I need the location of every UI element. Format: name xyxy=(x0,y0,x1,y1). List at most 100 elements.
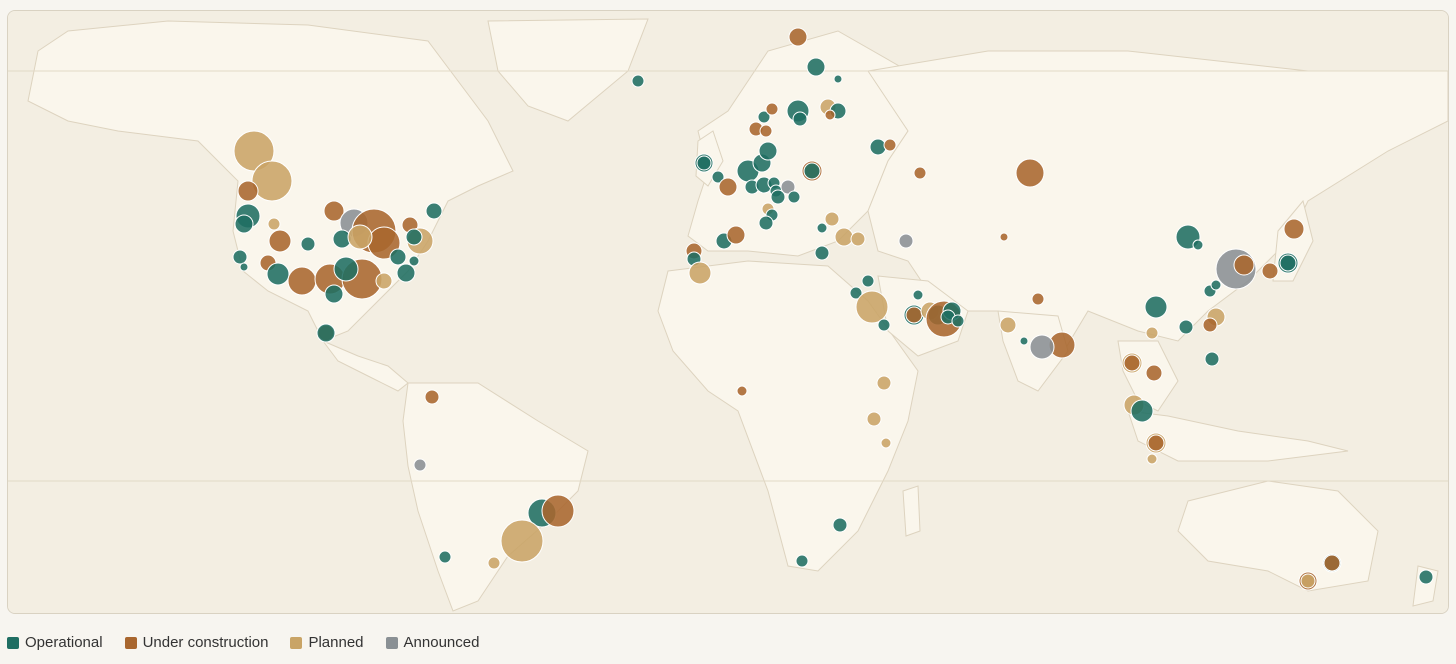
facility-bubble-planned[interactable] xyxy=(267,217,281,231)
facility-bubble-planned[interactable] xyxy=(876,375,892,391)
legend-label-operational: Operational xyxy=(25,634,103,651)
facility-bubble-planned[interactable] xyxy=(1146,453,1158,465)
facility-bubble-planned[interactable] xyxy=(347,224,373,250)
facility-bubble-operational[interactable] xyxy=(316,323,336,343)
facility-bubble-planned[interactable] xyxy=(855,290,889,324)
legend-label-announced: Announced xyxy=(403,634,480,651)
facility-bubble-under-construction[interactable] xyxy=(1015,158,1045,188)
facility-bubble-operational[interactable] xyxy=(1204,351,1220,367)
facility-bubble-planned[interactable] xyxy=(999,316,1017,334)
facility-bubble-under-construction[interactable] xyxy=(883,138,897,152)
facility-bubble-under-construction[interactable] xyxy=(1233,254,1255,276)
facility-bubble-operational[interactable] xyxy=(1192,239,1204,251)
facility-bubble-under-construction[interactable] xyxy=(1031,292,1045,306)
facility-bubble-operational[interactable] xyxy=(300,236,316,252)
facility-bubble-operational[interactable] xyxy=(232,249,248,265)
facility-bubble-under-construction[interactable] xyxy=(788,27,808,47)
facility-bubble-under-construction[interactable] xyxy=(268,229,292,253)
facility-bubble-operational[interactable] xyxy=(1279,254,1297,272)
facility-bubble-under-construction[interactable] xyxy=(999,232,1009,242)
facility-bubble-under-construction[interactable] xyxy=(913,166,927,180)
legend-item-under-construction[interactable]: Under construction xyxy=(124,634,268,651)
facility-bubble-under-construction[interactable] xyxy=(718,177,738,197)
facility-bubble-under-construction[interactable] xyxy=(541,494,575,528)
facility-bubble-operational[interactable] xyxy=(770,189,786,205)
facility-bubble-operational[interactable] xyxy=(806,57,826,77)
facility-bubble-announced[interactable] xyxy=(898,233,914,249)
facility-bubble-operational[interactable] xyxy=(758,215,774,231)
facility-bubble-operational[interactable] xyxy=(869,138,887,156)
facility-bubble-under-construction[interactable] xyxy=(287,266,317,296)
facility-bubble-operational[interactable] xyxy=(396,263,416,283)
facility-bubble-planned[interactable] xyxy=(866,411,882,427)
facility-bubble-planned[interactable] xyxy=(880,437,892,449)
facility-bubble-operational[interactable] xyxy=(324,284,344,304)
facility-bubble-operational[interactable] xyxy=(405,228,423,246)
facility-bubble-planned[interactable] xyxy=(824,211,840,227)
facility-bubble-under-construction[interactable] xyxy=(1202,317,1218,333)
facility-bubble-under-construction[interactable] xyxy=(237,180,259,202)
facility-bubble-operational[interactable] xyxy=(1019,336,1029,346)
facility-bubble-operational[interactable] xyxy=(266,262,290,286)
facility-bubble-under-construction[interactable] xyxy=(905,306,923,324)
facility-bubble-under-construction[interactable] xyxy=(1323,554,1341,572)
map-canvas[interactable] xyxy=(8,11,1448,613)
facility-bubble-operational[interactable] xyxy=(951,314,965,328)
facility-bubble-operational[interactable] xyxy=(1178,319,1194,335)
facility-bubble-operational[interactable] xyxy=(1418,569,1434,585)
facility-bubble-operational[interactable] xyxy=(239,262,249,272)
facility-bubble-under-construction[interactable] xyxy=(765,102,779,116)
facility-bubble-operational[interactable] xyxy=(696,155,712,171)
legend-item-planned[interactable]: Planned xyxy=(290,634,364,651)
facility-bubble-planned[interactable] xyxy=(1145,326,1159,340)
facility-bubble-operational[interactable] xyxy=(389,248,407,266)
facility-bubble-under-construction[interactable] xyxy=(1123,354,1141,372)
facility-bubble-operational[interactable] xyxy=(787,190,801,204)
facility-bubble-operational[interactable] xyxy=(816,222,828,234)
facility-bubble-operational[interactable] xyxy=(631,74,645,88)
facility-bubble-under-construction[interactable] xyxy=(1147,434,1165,452)
under-construction-swatch xyxy=(124,636,137,649)
facility-bubble-operational[interactable] xyxy=(792,111,808,127)
facility-bubble-operational[interactable] xyxy=(1210,279,1222,291)
facility-bubble-operational[interactable] xyxy=(832,517,848,533)
facility-bubble-planned[interactable] xyxy=(375,272,393,290)
facility-bubble-announced[interactable] xyxy=(413,458,427,472)
facility-bubble-under-construction[interactable] xyxy=(824,109,836,121)
facility-bubble-operational[interactable] xyxy=(877,318,891,332)
facility-bubble-planned[interactable] xyxy=(251,160,293,202)
facility-bubble-planned[interactable] xyxy=(688,261,712,285)
facility-bubble-operational[interactable] xyxy=(912,289,924,301)
facility-bubble-operational[interactable] xyxy=(234,214,254,234)
facility-bubble-operational[interactable] xyxy=(795,554,809,568)
facility-bubble-under-construction[interactable] xyxy=(1145,364,1163,382)
facility-bubble-under-construction[interactable] xyxy=(424,389,440,405)
facility-bubble-planned[interactable] xyxy=(1300,573,1316,589)
facility-bubble-operational[interactable] xyxy=(408,255,420,267)
facility-bubble-announced[interactable] xyxy=(1029,334,1055,360)
facility-bubble-planned[interactable] xyxy=(834,227,854,247)
facility-bubble-operational[interactable] xyxy=(803,162,821,180)
facility-bubble-operational[interactable] xyxy=(814,245,830,261)
planned-swatch xyxy=(290,636,303,649)
legend: Operational Under construction Planned A… xyxy=(7,634,479,651)
facility-bubble-operational[interactable] xyxy=(438,550,452,564)
facility-bubble-operational[interactable] xyxy=(1130,399,1154,423)
facility-bubble-under-construction[interactable] xyxy=(759,124,773,138)
facility-bubble-planned[interactable] xyxy=(850,231,866,247)
facility-bubble-operational[interactable] xyxy=(758,141,778,161)
facility-bubble-under-construction[interactable] xyxy=(736,385,748,397)
world-map[interactable] xyxy=(7,10,1449,614)
facility-bubble-planned[interactable] xyxy=(500,519,544,563)
facility-bubble-under-construction[interactable] xyxy=(1283,218,1305,240)
facility-bubble-planned[interactable] xyxy=(487,556,501,570)
facility-bubble-operational[interactable] xyxy=(1144,295,1168,319)
legend-item-announced[interactable]: Announced xyxy=(385,634,480,651)
facility-bubble-operational[interactable] xyxy=(425,202,443,220)
facility-bubble-under-construction[interactable] xyxy=(726,225,746,245)
facility-bubble-operational[interactable] xyxy=(861,274,875,288)
facility-bubble-operational[interactable] xyxy=(333,256,359,282)
legend-item-operational[interactable]: Operational xyxy=(7,634,103,651)
facility-bubble-under-construction[interactable] xyxy=(1261,262,1279,280)
facility-bubble-operational[interactable] xyxy=(833,74,843,84)
